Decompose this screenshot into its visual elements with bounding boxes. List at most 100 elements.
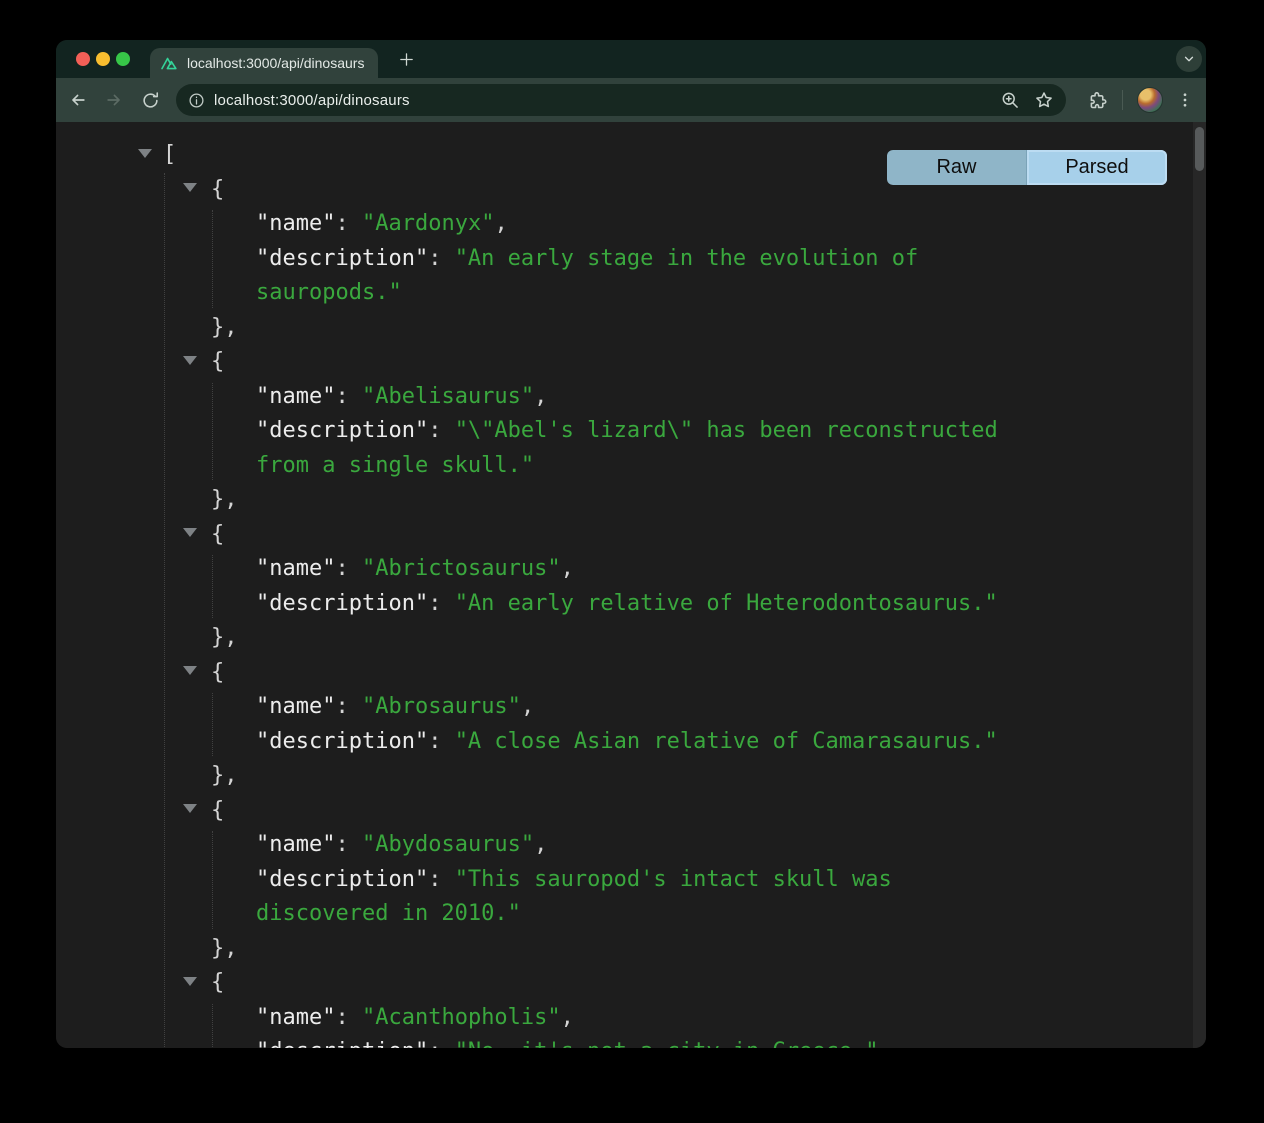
json-kv-line: "name": "Acanthopholis",: [56, 1001, 1021, 1036]
json-close-brace: },: [211, 625, 238, 650]
json-comma: ,: [561, 556, 574, 581]
json-object-body: "name": "Acanthopholis","description": "…: [56, 1001, 1206, 1049]
browser-window: localhost:3000/api/dinosaurs: [56, 40, 1206, 1048]
json-close-brace: },: [211, 936, 238, 961]
close-window-button[interactable]: [76, 52, 90, 66]
json-root-bracket: [: [163, 142, 176, 167]
json-open-brace: {: [211, 177, 224, 202]
browser-menu-icon[interactable]: [1171, 86, 1199, 114]
json-object-open: {: [56, 966, 1206, 1001]
site-info-icon[interactable]: [188, 92, 205, 109]
json-colon: :: [428, 591, 455, 616]
collapse-arrow-icon[interactable]: [183, 356, 197, 365]
json-object-close: },: [56, 621, 1206, 656]
json-close-brace: },: [211, 315, 238, 340]
json-key: "description": [256, 418, 428, 443]
json-open-brace: {: [211, 660, 224, 685]
tab-title: localhost:3000/api/dinosaurs: [187, 55, 364, 71]
json-object-body: "name": "Abrosaurus","description": "A c…: [56, 690, 1206, 759]
json-string-value: "Acanthopholis": [362, 1005, 561, 1030]
collapse-arrow-icon[interactable]: [183, 804, 197, 813]
bookmark-star-icon[interactable]: [1034, 90, 1054, 110]
json-key: "name": [256, 694, 335, 719]
json-entry: { "name": "Abrosaurus","description": "A …: [56, 656, 1206, 794]
json-key: "name": [256, 211, 335, 236]
json-comma: ,: [494, 211, 507, 236]
json-key: "description": [256, 729, 428, 754]
toolbar-divider: [1122, 90, 1123, 110]
forward-button[interactable]: [100, 86, 128, 114]
json-colon: :: [428, 867, 455, 892]
json-kv-line: "description": "No, it's not a city in G…: [56, 1035, 1021, 1048]
json-entry: {"name": "Acanthopholis","description": …: [56, 966, 1206, 1048]
reload-button[interactable]: [136, 86, 164, 114]
json-comma: ,: [534, 384, 547, 409]
json-kv-line: "description": "An early relative of Het…: [56, 587, 1021, 622]
new-tab-button[interactable]: [392, 45, 420, 73]
json-colon: :: [335, 694, 362, 719]
profile-avatar[interactable]: [1137, 87, 1163, 113]
scrollbar-thumb[interactable]: [1195, 127, 1204, 171]
json-colon: :: [428, 246, 455, 271]
json-key: "description": [256, 867, 428, 892]
back-button[interactable]: [64, 86, 92, 114]
collapse-arrow-icon[interactable]: [138, 149, 152, 158]
zoom-page-icon[interactable]: [1000, 90, 1020, 110]
extensions-icon[interactable]: [1083, 86, 1111, 114]
json-colon: :: [428, 729, 455, 754]
address-bar[interactable]: localhost:3000/api/dinosaurs: [176, 84, 1066, 116]
json-string-value: "An early relative of Heterodontosaurus.…: [455, 591, 998, 616]
json-kv-line: "description": "A close Asian relative o…: [56, 725, 1021, 760]
view-toggle: Raw Parsed: [887, 150, 1167, 185]
json-string-value: "Aardonyx": [362, 211, 494, 236]
json-object-body: "name": "Abrictosaurus","description": "…: [56, 552, 1206, 621]
site-favicon-icon: [160, 54, 178, 72]
parsed-toggle-button[interactable]: Parsed: [1027, 150, 1167, 185]
json-object-body: "name": "Abydosaurus","description": "Th…: [56, 828, 1206, 932]
tab-strip: localhost:3000/api/dinosaurs: [56, 40, 1206, 78]
json-string-value: "A close Asian relative of Camarasaurus.…: [455, 729, 998, 754]
collapse-arrow-icon[interactable]: [183, 666, 197, 675]
json-viewer: Raw Parsed [{"name": "Aardonyx","descrip…: [56, 122, 1206, 1048]
collapse-arrow-icon[interactable]: [183, 977, 197, 986]
json-kv-line: "name": "Abrictosaurus",: [56, 552, 1021, 587]
minimize-window-button[interactable]: [96, 52, 110, 66]
json-object-close: },: [56, 483, 1206, 518]
json-colon: :: [335, 832, 362, 857]
browser-tab[interactable]: localhost:3000/api/dinosaurs: [150, 48, 378, 78]
json-object-open: {: [56, 656, 1206, 691]
json-open-brace: {: [211, 798, 224, 823]
tab-search-button[interactable]: [1176, 46, 1202, 72]
json-object-close: },: [56, 932, 1206, 967]
json-kv-line: "description": "An early stage in the ev…: [56, 242, 1021, 311]
json-string-value: "Abrosaurus": [362, 694, 521, 719]
json-string-value: "Abrictosaurus": [362, 556, 561, 581]
json-kv-line: "description": "\"Abel's lizard\" has be…: [56, 414, 1021, 483]
json-entry: {"name": "Abelisaurus","description": "\…: [56, 345, 1206, 518]
raw-toggle-button[interactable]: Raw: [887, 150, 1027, 185]
json-colon: :: [428, 1039, 455, 1048]
json-object-body: "name": "Abelisaurus","description": "\"…: [56, 380, 1206, 484]
url-text[interactable]: localhost:3000/api/dinosaurs: [214, 92, 986, 109]
json-kv-line: "description": "This sauropod's intact s…: [56, 863, 1021, 932]
json-comma: ,: [534, 832, 547, 857]
json-object-body: "name": "Aardonyx","description": "An ea…: [56, 207, 1206, 311]
window-controls: [76, 52, 130, 66]
json-close-brace: },: [211, 763, 238, 788]
browser-toolbar: localhost:3000/api/dinosaurs: [56, 78, 1206, 122]
json-colon: :: [335, 1005, 362, 1030]
json-tree: [{"name": "Aardonyx","description": "An …: [56, 122, 1206, 1048]
json-object-close: },: [56, 311, 1206, 346]
json-object-open: {: [56, 345, 1206, 380]
scrollbar[interactable]: [1193, 122, 1206, 1048]
json-string-value: "Abydosaurus": [362, 832, 534, 857]
json-colon: :: [335, 211, 362, 236]
json-object-open: {: [56, 518, 1206, 553]
collapse-arrow-icon[interactable]: [183, 183, 197, 192]
json-close-brace: },: [211, 487, 238, 512]
json-kv-line: "name": "Aardonyx",: [56, 207, 1021, 242]
json-open-brace: {: [211, 349, 224, 374]
json-open-brace: {: [211, 522, 224, 547]
zoom-window-button[interactable]: [116, 52, 130, 66]
collapse-arrow-icon[interactable]: [183, 528, 197, 537]
